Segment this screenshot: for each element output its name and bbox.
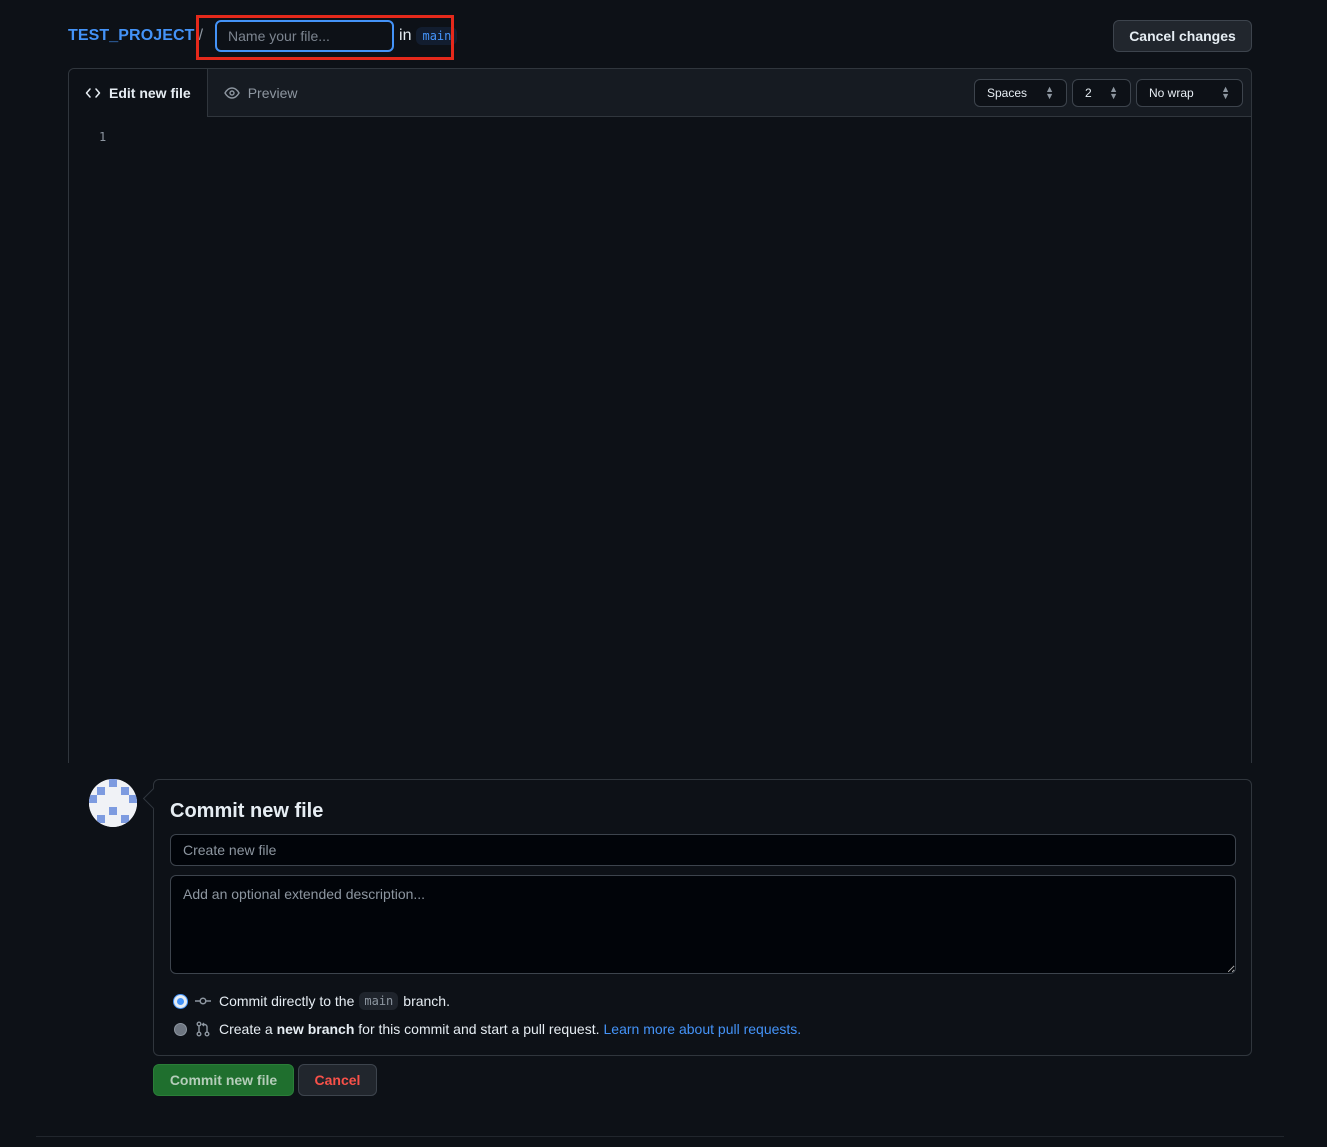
commit-direct-suffix: branch. (403, 993, 450, 1009)
tab-edit-label: Edit new file (109, 85, 191, 101)
indent-mode-select[interactable]: Spaces ▲ ▼ (974, 79, 1067, 107)
new-branch-radio[interactable] (174, 1022, 187, 1036)
editor-options: Spaces ▲ ▼ 2 ▲ ▼ No wrap ▲ ▼ (974, 79, 1243, 107)
git-commit-icon (195, 993, 211, 1009)
commit-direct-option[interactable]: Commit directly to the main branch. (174, 992, 450, 1010)
tab-preview[interactable]: Preview (208, 69, 314, 116)
commit-title: Commit new file (170, 800, 324, 822)
git-pull-request-icon (195, 1021, 211, 1037)
wrap-mode-value: No wrap (1149, 86, 1194, 100)
tab-edit-new-file[interactable]: Edit new file (69, 69, 208, 117)
file-path-header: TEST_PROJECT / in main (68, 20, 1252, 52)
indent-mode-value: Spaces (987, 86, 1028, 100)
cancel-button[interactable]: Cancel (298, 1064, 377, 1096)
pull-request-help-link[interactable]: Learn more about pull requests. (604, 1021, 802, 1037)
in-label: in (399, 27, 412, 44)
commit-direct-prefix: Commit directly to the (219, 993, 355, 1009)
commit-new-file-button[interactable]: Commit new file (153, 1064, 294, 1096)
new-branch-prefix: Create a (219, 1021, 273, 1037)
tab-preview-label: Preview (247, 84, 298, 101)
eye-icon (223, 85, 240, 101)
repo-link[interactable]: TEST_PROJECT (68, 27, 195, 45)
branch-tag: main (416, 27, 458, 45)
commit-description-input[interactable] (170, 875, 1236, 974)
select-arrows-icon: ▲ ▼ (1109, 84, 1118, 101)
new-branch-option[interactable]: Create a new branch for this commit and … (174, 1021, 801, 1037)
commit-direct-branch: main (359, 992, 399, 1010)
select-arrows-icon: ▲ ▼ (1045, 84, 1054, 101)
select-arrows-icon: ▲ ▼ (1221, 84, 1230, 101)
path-separator: / (198, 27, 204, 44)
commit-summary-input[interactable] (170, 834, 1236, 866)
editor-toolbar: Edit new file Preview Spaces ▲ ▼ 2 ▲ ▼ No … (69, 69, 1251, 117)
new-branch-bold: new branch (276, 1021, 355, 1037)
cancel-changes-button[interactable]: Cancel changes (1113, 20, 1252, 52)
indent-size-value: 2 (1085, 86, 1092, 100)
commit-panel: Commit new file Commit directly to the m… (153, 779, 1252, 1056)
code-editor: Edit new file Preview Spaces ▲ ▼ 2 ▲ ▼ No … (68, 68, 1252, 763)
line-number: 1 (99, 130, 107, 144)
indent-size-select[interactable]: 2 ▲ ▼ (1072, 79, 1131, 107)
footer-divider (36, 1136, 1284, 1137)
new-branch-suffix: for this commit and start a pull request… (358, 1021, 600, 1037)
filename-input[interactable] (215, 20, 395, 52)
commit-direct-radio[interactable] (174, 994, 187, 1008)
avatar (89, 779, 137, 827)
wrap-mode-select[interactable]: No wrap ▲ ▼ (1136, 79, 1243, 107)
editor-text-area[interactable]: 1 (69, 117, 1251, 763)
code-icon (85, 85, 101, 101)
